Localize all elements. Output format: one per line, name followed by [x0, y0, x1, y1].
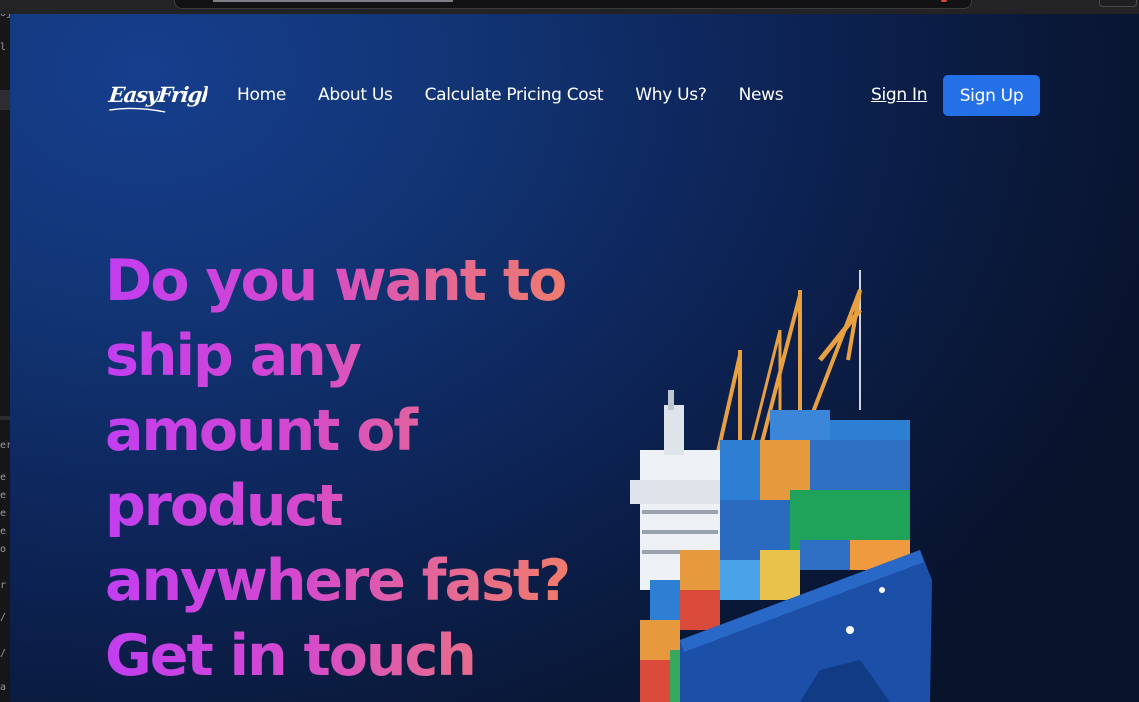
landing-page: EasyFright Home About Us Calculate Prici… — [10, 14, 1139, 702]
brand-logo-swash — [109, 107, 166, 113]
main-nav: Home About Us Calculate Pricing Cost Why… — [237, 85, 815, 105]
gutter-text: oj — [0, 14, 10, 19]
gutter-text: e — [0, 526, 7, 537]
editor-top-strip — [0, 0, 1139, 14]
gutter-text: / — [0, 612, 7, 623]
brand-logo-mark: EasyFright — [107, 82, 227, 113]
gutter-text: r — [0, 580, 7, 591]
brand-logo-text: EasyFright — [107, 82, 210, 107]
nav-item-why-us[interactable]: Why Us? — [635, 85, 707, 105]
record-indicator-icon — [941, 0, 947, 2]
nav-item-news[interactable]: News — [739, 85, 784, 105]
brand-logo[interactable]: EasyFright — [104, 70, 227, 120]
editor-left-gutter: oj l er e e e e o r / / a — [0, 14, 10, 702]
gutter-text: / — [0, 648, 7, 659]
editor-address-pill[interactable] — [174, 0, 972, 9]
container-ship-image — [630, 270, 932, 702]
nav-item-home[interactable]: Home — [237, 85, 286, 105]
gutter-text: l — [0, 42, 7, 53]
gutter-text: e — [0, 490, 7, 501]
gutter-divider — [0, 416, 10, 420]
gutter-text: o — [0, 544, 7, 555]
nav-item-about-us[interactable]: About Us — [318, 85, 393, 105]
gutter-text: e — [0, 508, 7, 519]
gutter-selection — [0, 90, 10, 110]
gutter-text: er — [0, 440, 10, 451]
gutter-text: e — [0, 472, 7, 483]
nav-item-calculate-pricing-cost[interactable]: Calculate Pricing Cost — [425, 85, 604, 105]
gutter-text: a — [0, 682, 7, 693]
sign-up-button[interactable]: Sign Up — [943, 75, 1040, 116]
sign-in-link[interactable]: Sign In — [871, 85, 927, 105]
address-progress-bar — [213, 0, 453, 2]
hero-headline: Do you want to ship any amount of produc… — [105, 244, 575, 694]
editor-corner-button[interactable] — [1099, 0, 1137, 7]
